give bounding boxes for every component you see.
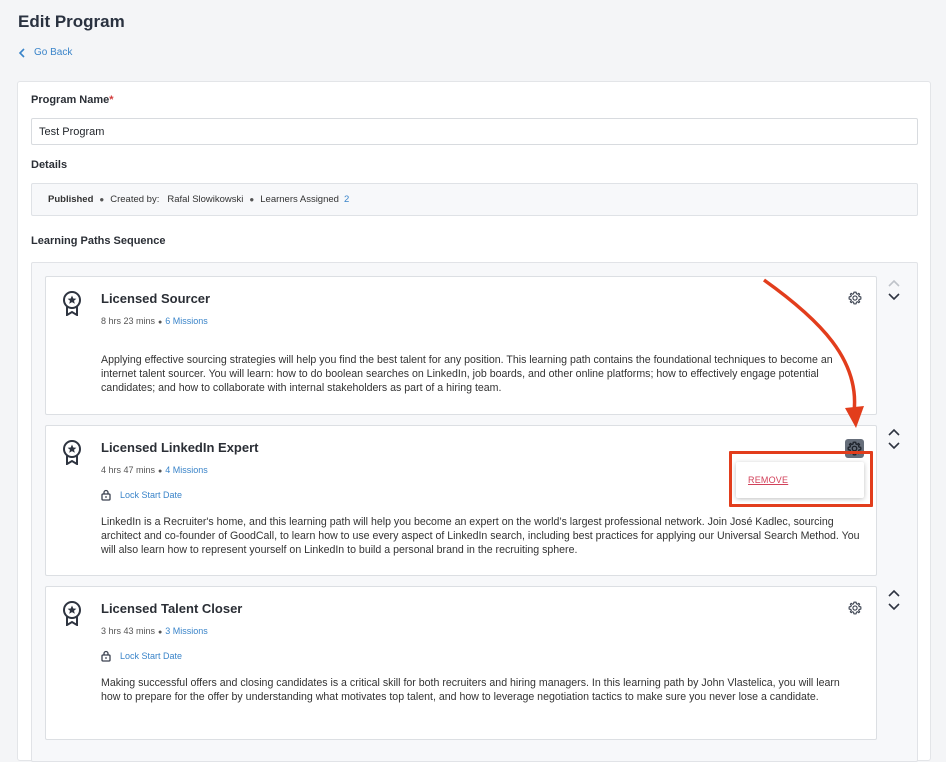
lock-start-date-button[interactable]: Lock Start Date [101,650,182,662]
chevron-up-icon[interactable] [887,588,901,598]
award-badge-icon [63,291,81,316]
lock-icon [101,650,111,662]
learning-path-title: Licensed Sourcer [101,291,211,306]
program-name-label: Program Name* [31,94,114,106]
chevron-up-icon[interactable] [887,278,901,288]
duration: 8 hrs 23 mins [101,316,156,326]
learning-path-meta: 8 hrs 23 mins ● 6 Missions [101,316,208,326]
award-badge-icon [63,440,81,465]
separator-dot: ● [158,629,163,636]
program-name-label-text: Program Name [31,94,110,106]
created-by-label: Created by: [110,194,160,205]
duration: 3 hrs 43 mins [101,626,156,636]
missions-link[interactable]: 6 Missions [165,316,208,326]
lock-start-date-button[interactable]: Lock Start Date [101,489,182,501]
chevron-up-icon[interactable] [887,427,901,437]
award-badge-icon [63,601,81,626]
missions-link[interactable]: 3 Missions [165,626,208,636]
annotation-highlight-box [729,451,873,507]
separator-dot: ● [249,195,255,204]
learning-path-meta: 4 hrs 47 mins ● 4 Missions [101,465,208,475]
status-label: Published [48,194,94,205]
go-back-label: Go Back [34,47,73,58]
missions-link[interactable]: 4 Missions [165,465,208,475]
creator-name: Rafal Slowikowski [167,194,244,205]
separator-dot: ● [158,468,163,475]
learning-path-description: LinkedIn is a Recruiter's home, and this… [101,516,860,556]
learning-paths-sequence: Licensed Sourcer 8 hrs 23 mins ● 6 Mission… [31,262,918,762]
program-name-input[interactable] [31,118,918,145]
chevron-left-icon [18,47,25,58]
learners-count-link[interactable]: 2 [344,194,349,205]
duration: 4 hrs 47 mins [101,465,156,475]
learning-path-card: Licensed Sourcer 8 hrs 23 mins ● 6 Mission… [45,276,877,415]
learning-path-card: Licensed Talent Closer 3 hrs 43 mins ● 3 M… [45,586,877,740]
program-form-card: Program Name* Details Published ● Create… [17,81,931,762]
gear-icon[interactable] [848,291,862,305]
lock-start-date-label: Lock Start Date [120,651,183,661]
reorder-controls [887,278,901,302]
gear-icon[interactable] [848,601,862,615]
details-box: Published ● Created by: Rafal Slowikowsk… [31,183,918,216]
learners-assigned-label: Learners Assigned [260,194,339,205]
separator-dot: ● [99,195,105,204]
lock-icon [101,489,111,501]
chevron-down-icon[interactable] [887,292,901,302]
learning-path-meta: 3 hrs 43 mins ● 3 Missions [101,626,208,636]
required-marker: * [109,94,114,106]
learning-path-title: Licensed Talent Closer [101,601,243,616]
learning-path-title: Licensed LinkedIn Expert [101,440,259,455]
learning-path-description: Applying effective sourcing strategies w… [101,354,833,394]
lock-start-date-label: Lock Start Date [120,490,183,500]
chevron-down-icon[interactable] [887,602,901,612]
page-title: Edit Program [18,12,125,31]
learning-path-description: Making successful offers and closing can… [101,677,840,703]
sequence-label: Learning Paths Sequence [31,235,166,247]
separator-dot: ● [158,319,163,326]
go-back-link[interactable]: Go Back [18,47,72,58]
details-label: Details [31,159,68,171]
chevron-down-icon[interactable] [887,441,901,451]
reorder-controls [887,427,901,451]
reorder-controls [887,588,901,612]
